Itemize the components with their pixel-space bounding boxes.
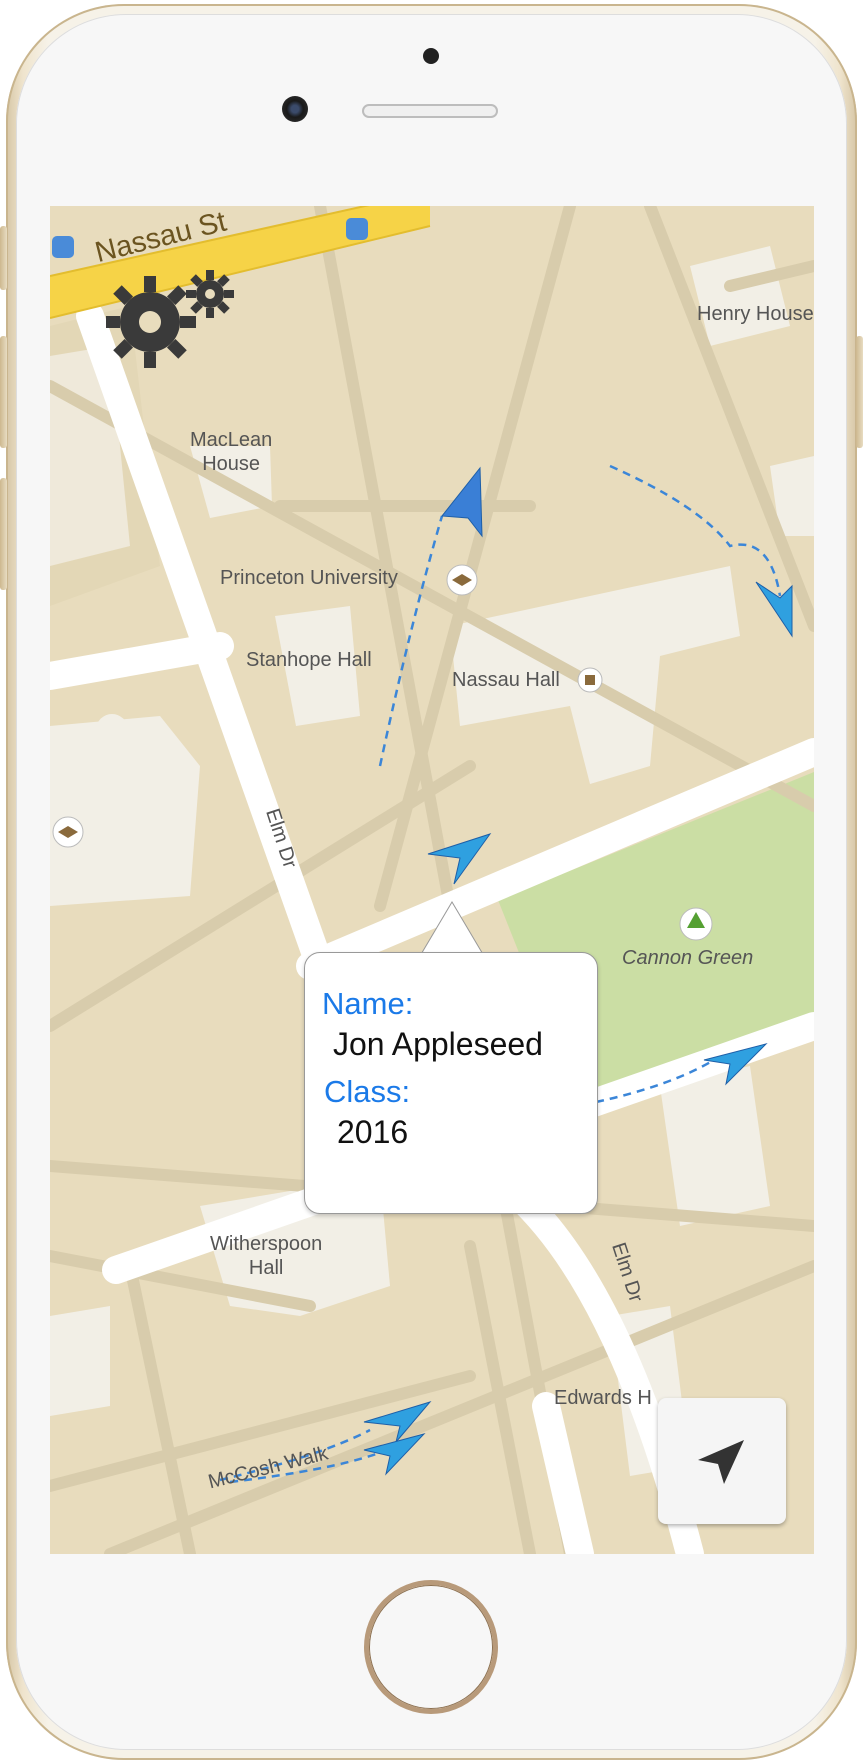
map-view[interactable]: Nassau St MacLean House Princeton Univer… — [50, 206, 814, 1554]
map-label-stanhope-hall: Stanhope Hall — [246, 649, 372, 671]
phone-side-button — [0, 478, 7, 590]
phone-side-button — [0, 226, 7, 290]
phone-side-button — [0, 336, 7, 448]
user-info-callout[interactable]: Name: Jon Appleseed Class: 2016 — [304, 952, 598, 1214]
map-label-cannon-green: Cannon Green — [622, 947, 754, 969]
map-label-nassau-hall: Nassau Hall — [452, 669, 560, 691]
map-label-henry-house: Henry House — [697, 303, 814, 325]
callout-name-label: Name: — [322, 986, 414, 1021]
settings-gear-icon[interactable] — [106, 268, 236, 368]
locate-me-button[interactable] — [658, 1398, 786, 1524]
map-label-edwards-hall: Edwards H — [554, 1387, 652, 1409]
proximity-sensor — [423, 48, 439, 64]
home-button[interactable] — [364, 1580, 498, 1714]
earpiece-speaker — [362, 104, 498, 118]
callout-class-value: 2016 — [337, 1114, 409, 1150]
phone-side-button — [856, 336, 863, 448]
map-label-witherspoon-hall: Witherspoon Hall — [210, 1233, 323, 1279]
map-label-maclean-house: MacLean House — [190, 429, 273, 475]
callout-class-label: Class: — [324, 1074, 411, 1109]
map-canvas — [50, 206, 814, 1554]
callout-name-value: Jon Appleseed — [333, 1026, 543, 1062]
front-camera — [282, 96, 308, 122]
navigation-arrow-icon — [698, 1440, 744, 1484]
map-label-princeton-university: Princeton University — [220, 567, 398, 589]
